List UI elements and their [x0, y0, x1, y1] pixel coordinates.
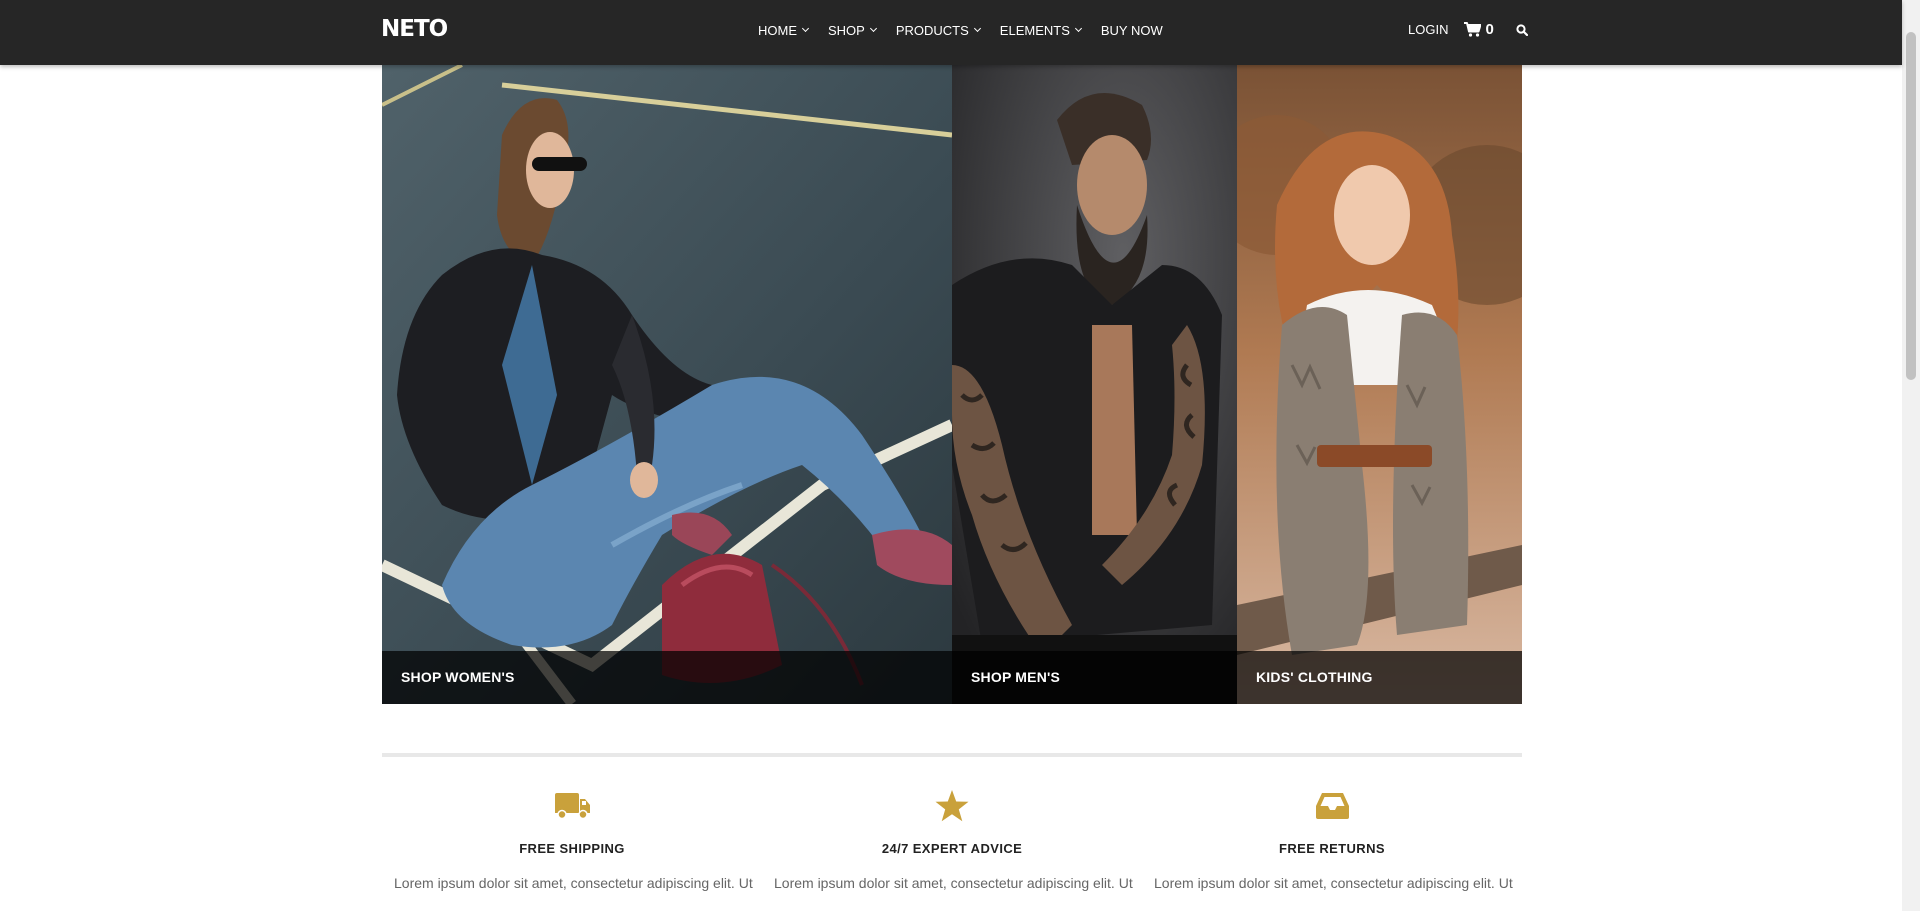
menu-item-label: BUY NOW: [1100, 23, 1163, 38]
menu-item-elements[interactable]: ELEMENTS: [999, 23, 1082, 38]
star-icon: [935, 790, 969, 822]
banner-shop-womens[interactable]: SHOP WOMEN'S: [382, 65, 952, 704]
scrollbar-thumb[interactable]: [1906, 32, 1916, 380]
brand-logo[interactable]: NETO: [381, 16, 448, 42]
top-navbar: NETO HOME SHOP PRODUCTS ELEMENTS BUY NOW…: [0, 0, 1902, 65]
feature-title: FREE RETURNS: [1279, 841, 1385, 856]
menu-item-shop[interactable]: SHOP: [828, 23, 877, 38]
menu-item-label: HOME: [758, 23, 797, 38]
cart-button[interactable]: 0: [1464, 21, 1494, 38]
page-scrollbar[interactable]: [1902, 0, 1920, 911]
banner-shop-mens[interactable]: SHOP MEN'S: [952, 65, 1237, 704]
feature-title: FREE SHIPPING: [519, 841, 625, 856]
category-banners: SHOP WOMEN'S SHOP MEN'S KIDS' CLOTHING: [382, 65, 1522, 704]
feature-row: FREE SHIPPING Lorem ipsum dolor sit amet…: [382, 790, 1522, 894]
login-link[interactable]: LOGIN: [1408, 22, 1448, 37]
chevron-down-icon: [801, 24, 810, 32]
feature-expert-advice: 24/7 EXPERT ADVICE Lorem ipsum dolor sit…: [762, 790, 1142, 894]
inbox-icon: [1315, 793, 1349, 819]
feature-text: Lorem ipsum dolor sit amet, consectetur …: [1154, 875, 1513, 891]
chevron-down-icon: [1074, 24, 1082, 32]
mens-fashion-photo: [952, 65, 1237, 704]
kids-fashion-photo: [1237, 65, 1522, 704]
feature-text: Lorem ipsum dolor sit amet, consectetur …: [774, 875, 1133, 891]
womens-fashion-photo: [382, 65, 952, 704]
shopping-cart-icon: [1464, 22, 1482, 37]
feature-free-shipping: FREE SHIPPING Lorem ipsum dolor sit amet…: [382, 790, 762, 894]
feature-free-returns: FREE RETURNS Lorem ipsum dolor sit amet,…: [1142, 790, 1522, 894]
menu-item-buy-now[interactable]: BUY NOW: [1101, 23, 1163, 38]
feature-text: Lorem ipsum dolor sit amet, consectetur …: [394, 875, 753, 891]
menu-item-label: PRODUCTS: [895, 23, 969, 38]
chevron-down-icon: [973, 24, 981, 32]
search-icon: [1516, 23, 1528, 36]
search-button[interactable]: [1516, 23, 1528, 36]
main-menu: HOME SHOP PRODUCTS ELEMENTS BUY NOW: [758, 23, 1183, 38]
section-divider: [382, 753, 1522, 757]
banner-caption: KIDS' CLOTHING: [1237, 651, 1522, 704]
banner-kids-clothing[interactable]: KIDS' CLOTHING: [1237, 65, 1522, 704]
nav-actions: LOGIN 0: [1408, 21, 1528, 38]
menu-item-home[interactable]: HOME: [758, 23, 810, 38]
banner-caption: SHOP MEN'S: [952, 651, 1237, 704]
truck-icon: [554, 792, 590, 819]
menu-item-label: ELEMENTS: [999, 23, 1070, 38]
banner-caption: SHOP WOMEN'S: [382, 651, 952, 704]
menu-item-products[interactable]: PRODUCTS: [895, 23, 981, 38]
feature-title: 24/7 EXPERT ADVICE: [881, 841, 1023, 856]
menu-item-label: SHOP: [828, 23, 865, 38]
cart-count: 0: [1485, 21, 1494, 38]
chevron-down-icon: [869, 24, 877, 32]
